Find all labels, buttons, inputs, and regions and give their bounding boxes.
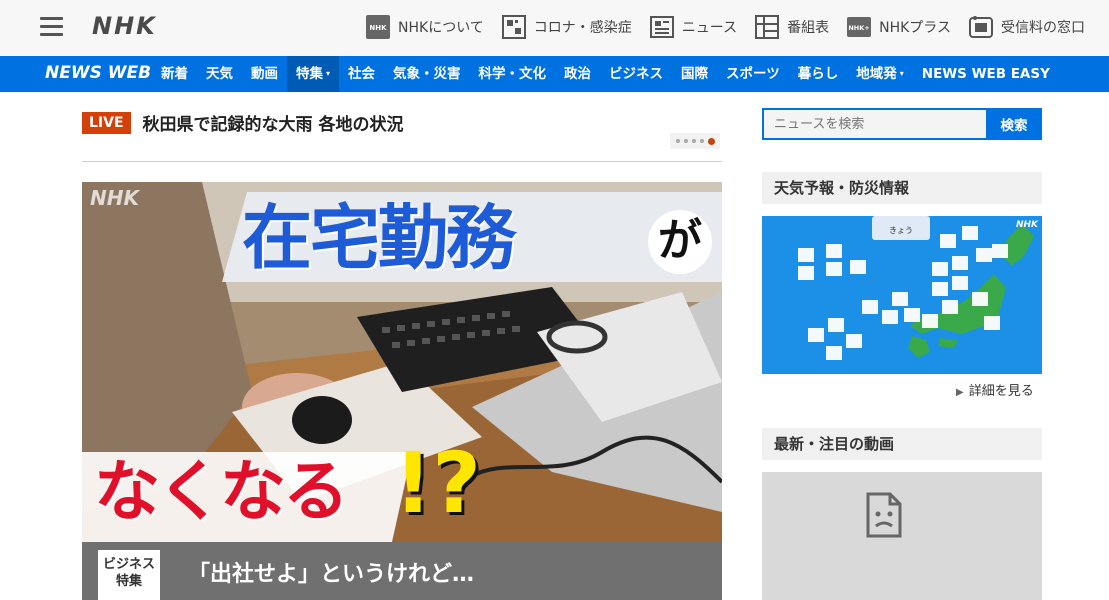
nav-item[interactable]: 国際 [672,56,717,92]
link-label: 受信料の窓口 [1001,20,1085,36]
feature-caption-text[interactable]: 「出社せよ」というけれど… [188,556,474,588]
nhkplus-icon: NHK+ [847,17,872,37]
top-header: NHK NHK NHKについて コロナ・感染症 ニュース 番組表 NHK+ NH… [0,0,1109,56]
live-badge: LIVE [82,111,131,134]
nhk-logo-icon: NHK [366,15,391,39]
menu-icon[interactable] [40,17,63,37]
nav-item[interactable]: 政治 [555,56,600,92]
nav-item-label: 動画 [251,66,278,82]
chevron-down-icon: ▾ [326,69,331,78]
nav-item-label: ビジネス [609,66,664,82]
news-icon [649,16,674,38]
divider [82,161,722,162]
japan-weather-map: きょう NHK [762,216,1042,374]
nav-item[interactable]: 天気 [197,56,242,92]
weather-more-text: 詳細を見る [968,384,1034,399]
link-nhk-plus[interactable]: NHK+ NHKプラス [847,15,951,39]
nav-item-label: 天気 [206,66,233,82]
nav-item[interactable]: 動画 [242,56,287,92]
feature-caption[interactable]: ビジネス 特集 「出社せよ」というけれど… [82,542,722,600]
link-label: NHKプラス [879,20,951,36]
nav-item-label: 特集 [296,66,323,82]
feature-title-top-suffix: が [648,210,712,274]
carousel-dot[interactable] [675,139,680,143]
nav-item[interactable]: 地域発 ▾ [847,56,913,92]
nav-item-label: 暮らし [797,66,839,82]
link-corona[interactable]: コロナ・感染症 [501,15,632,39]
weather-more-link[interactable]: ▶ 詳細を見る [956,380,1034,399]
nav-item[interactable]: スポーツ [717,56,789,92]
carousel-dot[interactable] [683,139,688,143]
nav-item[interactable]: 暮らし [789,56,848,92]
search-input[interactable] [762,108,986,140]
live-headline-text[interactable]: 秋田県で記録的な大雨 各地の状況 [143,110,404,135]
nav-item-label: 国際 [681,66,709,82]
nav-item-label: 地域発 [856,66,897,82]
virus-icon [501,15,526,39]
videos-heading: 最新・注目の動画 [762,428,1042,460]
link-program-guide[interactable]: 番組表 [755,15,829,39]
nav-item[interactable]: ビジネス [600,56,672,92]
category-badge: ビジネス 特集 [98,550,160,600]
link-label: ニュース [681,20,738,36]
link-label: コロナ・感染症 [533,20,632,36]
nav-item[interactable]: NEWS WEB EASY [913,56,1059,92]
nav-item-label: 政治 [564,66,592,82]
main-nav: NEWS WEB 新着 天気 動画 特集 ▾ 社会 気象・災害 科学・文化 政治 ビジネス 国際 スポ… [0,56,1109,92]
weather-map[interactable]: きょう NHK [762,216,1042,374]
link-news[interactable]: ニュース [649,15,738,39]
search-button[interactable]: 検索 [986,108,1042,140]
category-badge-line2: 特集 [115,574,142,589]
feature-article-image[interactable]: NHK 在宅勤務 が なくなる !? [82,182,722,542]
image-watermark: NHK [90,186,139,210]
nav-item[interactable]: 科学・文化 [470,56,556,92]
nav-item[interactable]: 新着 [152,56,197,92]
nav-item[interactable]: 社会 [339,56,384,92]
grid-icon [755,15,780,39]
nav-item-label: NEWS WEB EASY [921,66,1050,82]
news-search: 検索 [762,108,1042,140]
carousel-dot[interactable] [699,139,704,143]
nav-item-label: 新着 [161,66,188,82]
reception-icon [969,16,993,38]
play-triangle-icon: ▶ [956,387,964,398]
video-thumbnail-placeholder[interactable] [762,472,1042,600]
news-web-logo[interactable]: NEWS WEB [45,63,151,83]
feature-title-bottom: なくなる [94,453,349,530]
nav-item-label: 気象・災害 [393,66,461,82]
link-label: 番組表 [787,20,830,36]
carousel-dot-active[interactable] [707,137,715,145]
feature-title-bottom-suffix: !? [394,434,482,532]
map-logo: NHK [1016,220,1039,230]
nav-item[interactable]: 気象・災害 [384,56,470,92]
broken-image-icon [866,492,902,538]
nav-item[interactable]: 特集 ▾ [287,56,340,92]
category-badge-line1: ビジネス [102,557,155,572]
svg-text:NHK+: NHK+ [848,24,869,32]
feature-title-top: 在宅勤務 [242,197,516,279]
nav-item-label: 科学・文化 [478,66,547,82]
live-headline[interactable]: LIVE 秋田県で記録的な大雨 各地の状況 [82,110,403,135]
chevron-down-icon: ▾ [899,69,904,78]
carousel-indicator [670,133,720,149]
link-label: NHKについて [398,20,484,36]
nav-item-label: スポーツ [726,66,780,82]
nav-items: 新着 天気 動画 特集 ▾ 社会 気象・災害 科学・文化 政治 ビジネス 国際 スポーツ 暮らし 地域発 ▾… [152,56,1059,92]
map-label: きょう [889,226,913,235]
nav-item-label: 社会 [348,66,376,82]
nhk-logo[interactable]: NHK [92,12,157,40]
link-about-nhk[interactable]: NHK NHKについて [366,15,484,39]
svg-text:NHK: NHK [369,24,387,32]
weather-heading: 天気予報・防災情報 [762,172,1042,204]
carousel-dot[interactable] [691,139,696,143]
top-links: NHK NHKについて コロナ・感染症 ニュース 番組表 NHK+ NHKプラス… [366,15,1085,39]
link-reception[interactable]: 受信料の窓口 [969,15,1085,39]
